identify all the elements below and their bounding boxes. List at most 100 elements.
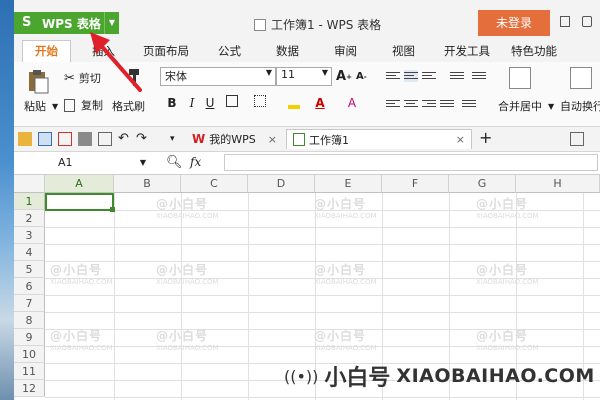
close-icon[interactable]: × — [268, 133, 277, 146]
font-name-select[interactable]: 宋体 ▼ — [160, 67, 276, 86]
spreadsheet-file-icon — [254, 18, 266, 31]
align-top-icon[interactable] — [386, 70, 400, 82]
paste-label[interactable]: 粘贴 — [24, 98, 46, 114]
wps-logo-icon: S — [22, 15, 32, 30]
font-size-select[interactable]: 11 ▼ — [276, 67, 332, 86]
align-left-icon[interactable] — [386, 98, 400, 110]
gridline — [114, 193, 115, 400]
paste-button[interactable] — [26, 68, 52, 94]
skin-icon[interactable] — [560, 16, 570, 27]
export-pdf-icon[interactable] — [58, 132, 72, 146]
watermark: @小白号 XIAOBAIHAO.COM — [50, 329, 113, 352]
copy-button[interactable]: 复制 — [64, 97, 103, 113]
fill-handle[interactable] — [110, 207, 115, 212]
increase-font-button[interactable]: A + — [336, 69, 352, 84]
tab-home[interactable]: 开始 — [22, 40, 71, 62]
undo-icon[interactable]: ↶ — [118, 132, 132, 146]
border-icon[interactable] — [224, 95, 240, 111]
redo-icon[interactable]: ↷ — [136, 132, 150, 146]
column-header-E[interactable]: E — [315, 175, 382, 193]
document-icon[interactable] — [570, 132, 584, 146]
login-button[interactable]: 未登录 — [478, 10, 550, 36]
align-right-icon[interactable] — [422, 98, 436, 110]
fill-color-icon[interactable] — [286, 95, 302, 111]
format-painter-label[interactable]: 格式刷 — [112, 98, 145, 114]
align-middle-icon[interactable] — [404, 70, 418, 82]
column-header-C[interactable]: C — [181, 175, 248, 193]
name-box[interactable]: A1 ▼ — [44, 155, 146, 171]
indent-icon[interactable] — [450, 70, 464, 82]
paste-dropdown-icon[interactable]: ▼ — [52, 102, 58, 111]
merge-dropdown-icon[interactable]: ▼ — [548, 102, 554, 111]
tab-view[interactable]: 视图 — [392, 43, 415, 59]
row-header-5[interactable]: 5 — [14, 261, 45, 278]
column-header-H[interactable]: H — [516, 175, 600, 193]
row-header-11[interactable]: 11 — [14, 363, 45, 380]
row-header-6[interactable]: 6 — [14, 278, 45, 295]
tab-my-wps[interactable]: W 我的WPS × — [186, 129, 283, 149]
formula-bar: A1 ▼ 🔍︎ fx — [14, 152, 600, 175]
bold-button[interactable]: B — [164, 95, 180, 111]
scissors-icon: ✂ — [64, 70, 75, 86]
merge-center-button[interactable]: 合并居中 — [498, 98, 542, 114]
tab-workbook1-label: 工作簿1 — [309, 133, 349, 147]
font-size-value: 11 — [281, 68, 295, 81]
align-bottom-icon[interactable] — [422, 70, 436, 82]
new-tab-button[interactable]: + — [479, 129, 493, 147]
print-icon[interactable] — [78, 132, 92, 146]
window-title-text: 工作簿1 - WPS 表格 — [271, 18, 382, 32]
column-header-G[interactable]: G — [449, 175, 516, 193]
tab-formulas[interactable]: 公式 — [218, 43, 241, 59]
tab-review[interactable]: 审阅 — [334, 43, 357, 59]
clear-format-icon[interactable]: A — [344, 95, 360, 111]
justify-icon[interactable] — [440, 98, 454, 110]
gridline — [248, 193, 249, 400]
row-header-2[interactable]: 2 — [14, 210, 45, 227]
tab-workbook1[interactable]: 工作簿1 × — [286, 129, 472, 149]
font-color-button[interactable]: A — [312, 95, 328, 111]
watermark: @小白号 XIAOBAIHAO.COM — [476, 329, 539, 352]
merge-center-icon[interactable] — [509, 67, 531, 89]
feedback-icon[interactable] — [582, 16, 592, 27]
tab-data[interactable]: 数据 — [276, 43, 299, 59]
italic-button[interactable]: I — [184, 95, 200, 111]
row-header-7[interactable]: 7 — [14, 295, 45, 312]
row-header-4[interactable]: 4 — [14, 244, 45, 261]
fill-grid-icon[interactable] — [252, 95, 268, 111]
select-all-corner[interactable] — [14, 175, 45, 193]
insert-function-button[interactable]: fx — [190, 155, 201, 169]
tab-special-features[interactable]: 特色功能 — [511, 43, 557, 59]
decrease-font-button[interactable]: A- — [356, 71, 367, 82]
gridline — [45, 244, 600, 245]
row-header-12[interactable]: 12 — [14, 380, 45, 397]
distributed-icon[interactable] — [462, 98, 476, 110]
wrap-text-button[interactable]: 自动换行 — [560, 98, 600, 114]
column-header-F[interactable]: F — [382, 175, 449, 193]
watermark: @小白号 XIAOBAIHAO.COM — [314, 329, 377, 352]
column-header-A[interactable]: A — [45, 175, 114, 193]
wrap-text-icon[interactable] — [570, 67, 592, 89]
underline-button[interactable]: U — [202, 95, 218, 111]
column-header-D[interactable]: D — [248, 175, 315, 193]
save-icon[interactable] — [38, 132, 52, 146]
row-header-9[interactable]: 9 — [14, 329, 45, 346]
outdent-icon[interactable] — [472, 70, 486, 82]
tab-developer[interactable]: 开发工具 — [444, 43, 490, 59]
gridline — [45, 295, 600, 296]
tab-my-wps-label: 我的WPS — [209, 133, 256, 146]
close-icon[interactable]: × — [456, 133, 465, 146]
print-preview-icon[interactable] — [98, 132, 112, 146]
customize-toolbar-icon[interactable]: ▾ — [170, 132, 184, 146]
zoom-search-icon[interactable]: 🔍︎ — [166, 155, 183, 170]
spreadsheet-file-icon — [293, 133, 305, 146]
align-center-icon[interactable] — [404, 98, 418, 110]
formula-input[interactable] — [224, 154, 598, 171]
column-header-B[interactable]: B — [114, 175, 181, 193]
row-header-10[interactable]: 10 — [14, 346, 45, 363]
open-folder-icon[interactable] — [18, 132, 32, 146]
row-header-3[interactable]: 3 — [14, 227, 45, 244]
watermark-cn: 小白号 — [324, 366, 391, 391]
selected-cell-A1[interactable] — [45, 193, 114, 211]
row-header-8[interactable]: 8 — [14, 312, 45, 329]
row-header-1[interactable]: 1 — [14, 193, 45, 210]
